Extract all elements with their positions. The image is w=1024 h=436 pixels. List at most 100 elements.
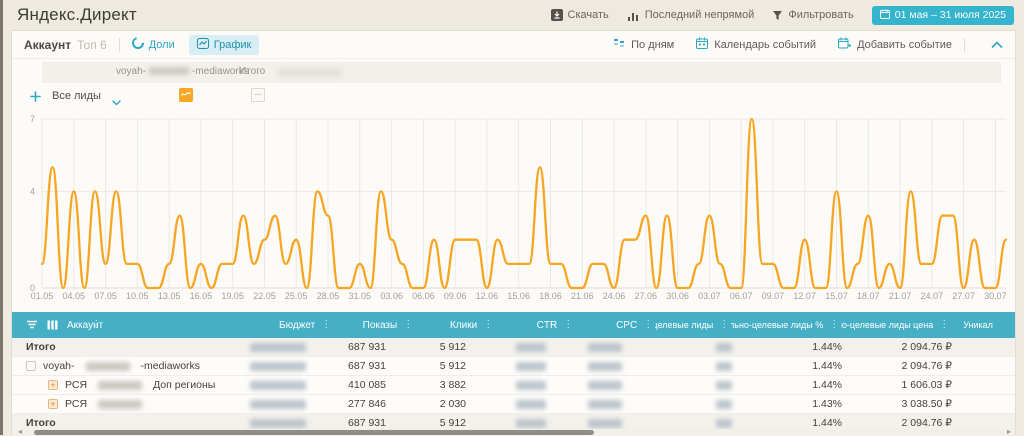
shows-cell: 410 085 [324,376,404,394]
column-unique-clipped[interactable]: Уникал [951,312,1024,338]
download-icon [551,9,563,21]
svg-text:04.05: 04.05 [63,291,86,301]
add-event-button[interactable]: Добавить событие [838,37,952,52]
attribution-model-button[interactable]: Последний непрямой [627,9,755,21]
series-label-total[interactable]: Итого [239,66,265,77]
clicks-cell: 3 882 [404,376,484,394]
series-label-account[interactable]: voyah--mediaworks [116,66,249,77]
by-days-icon [613,38,625,52]
collapse-chart-button[interactable] [991,36,1003,54]
columns-icon[interactable] [47,320,58,330]
account-name: Итого [26,417,56,429]
account-name: Итого [26,341,56,353]
filter-button[interactable]: Фильтровать [772,9,853,21]
ctr-cell [484,357,564,375]
row-expand-checkbox[interactable]: + [48,380,58,390]
svg-text:13.05: 13.05 [158,291,181,301]
redacted-value [516,419,546,428]
redacted-value [516,400,546,409]
table-row[interactable]: +РСЯДоп регионы 410 0853 882 1.44%1 606.03… [12,376,1015,395]
svg-text:27.07: 27.07 [952,291,975,301]
series-toggle-total[interactable] [251,88,265,102]
row-checkbox[interactable] [26,361,36,371]
redacted-value [588,419,622,428]
column-ctr[interactable]: CTR [495,312,575,338]
account-cell: + РСЯ [12,395,242,413]
column-unique-leads-price[interactable]: Уникально-целевые лиды цена [841,312,951,338]
unique-leads-pct-cell: 1.44% [750,357,860,375]
tab-graph[interactable]: График [189,35,260,55]
metric-selector[interactable]: Все лиды [52,90,101,102]
redacted-value [516,381,546,390]
column-cpc[interactable]: CPC [575,312,655,338]
unique-leads-price-cell: 3 038.50 ₽ [860,395,970,413]
unique-leads-price-cell: 1 606.03 ₽ [860,376,970,394]
account-cell: +РСЯДоп регионы [12,376,242,394]
page-title: Яндекс.Директ [11,5,137,25]
account-cell: voyah--mediaworks [12,357,242,375]
table-row[interactable]: voyah--mediaworks687 9315 9121.44%2 094.… [12,357,1015,376]
svg-text:12.06: 12.06 [476,291,499,301]
column-unique-leads[interactable]: Уникально-целевые лиды [655,312,731,338]
svg-text:09.07: 09.07 [762,291,785,301]
svg-text:07.05: 07.05 [94,291,117,301]
clicks-cell: 5 912 [404,338,484,356]
svg-text:06.07: 06.07 [730,291,753,301]
redacted-value [588,400,622,409]
app-window: Яндекс.Директ Скачать Последний непрямой… [0,0,1024,435]
divider [964,38,965,52]
budget-cell [242,338,324,356]
redacted-text [278,68,342,77]
account-name: РСЯ [65,398,87,410]
by-days-button[interactable]: По дням [613,38,674,52]
graph-icon [197,38,209,52]
column-account[interactable]: Аккаунт [12,312,103,338]
svg-text:12.07: 12.07 [793,291,816,301]
svg-text:24.07: 24.07 [921,291,944,301]
redacted-value [588,343,622,352]
unique-leads-pct-cell: 1.44% [750,376,860,394]
top-filter-label[interactable]: Топ 6 [77,38,107,52]
svg-text:27.06: 27.06 [635,291,658,301]
svg-text:0: 0 [30,283,35,293]
unique-leads-pct-cell: 1.43% [750,395,860,413]
events-calendar-button[interactable]: Календарь событий [696,37,816,52]
shows-cell: 277 846 [324,395,404,413]
calendar-icon [880,9,890,22]
svg-text:10.05: 10.05 [126,291,149,301]
redacted-value [716,381,732,390]
scrollbar-thumb[interactable] [34,430,594,435]
ctr-cell [484,376,564,394]
ctr-cell [484,395,564,413]
svg-text:16.05: 16.05 [190,291,213,301]
column-unique-leads-pct[interactable]: Уникально-целевые лиды % [731,312,841,338]
clipped-cell [970,395,1015,413]
svg-text:21.07: 21.07 [889,291,912,301]
filter-icon [772,10,783,21]
calendar-icon [696,37,708,52]
series-toggle-account[interactable] [179,88,193,102]
column-budget[interactable]: Бюджет [103,312,333,338]
svg-text:03.07: 03.07 [698,291,721,301]
clipped-cell [970,338,1015,356]
column-clicks[interactable]: Клики [415,312,495,338]
svg-text:18.07: 18.07 [857,291,880,301]
table-row[interactable]: Итого687 9315 9121.44%2 094.76 ₽ [12,338,1015,357]
leads-line-chart[interactable]: 01.0504.0507.0510.0513.0516.0519.0522.05… [16,105,1016,311]
cpc-cell [564,357,640,375]
svg-text:30.07: 30.07 [984,291,1007,301]
budget-cell [242,357,324,375]
date-range-button[interactable]: 01 мая – 31 июля 2025 [872,6,1014,25]
shows-cell: 687 931 [324,338,404,356]
tab-shares[interactable]: Доли [132,37,175,52]
column-shows[interactable]: Показы [333,312,415,338]
shows-cell: 687 931 [324,357,404,375]
redacted-value [250,343,306,352]
download-button[interactable]: Скачать [551,9,609,21]
table-row[interactable]: +РСЯ277 8462 0301.43%3 038.50 ₽ [12,395,1015,414]
filter-rows-icon[interactable] [26,320,38,330]
row-expand-checkbox[interactable]: + [48,399,58,409]
unique-leads-cell [640,395,750,413]
budget-cell [242,376,324,394]
chart-series-header: voyah--mediaworks Итого [42,62,1001,83]
